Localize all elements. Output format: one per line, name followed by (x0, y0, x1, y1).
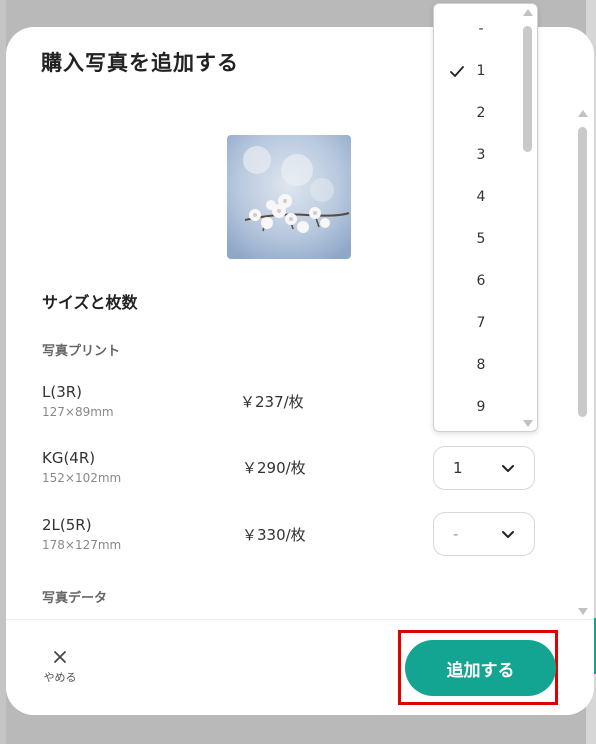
size-name: 2L(5R) (42, 516, 92, 534)
chevron-down-icon (502, 465, 514, 472)
unit-price: ￥237/枚 (240, 393, 304, 411)
quantity-select-2l[interactable]: - (433, 512, 535, 556)
quantity-select-kg[interactable]: 1 (433, 446, 535, 490)
size-quantity-heading: サイズと枚数 (42, 293, 138, 312)
option-label: - (478, 21, 484, 37)
content-scrollbar[interactable] (576, 105, 590, 620)
dropdown-scrollbar[interactable] (519, 4, 537, 431)
dropdown-option[interactable]: - (434, 15, 518, 45)
dropdown-option[interactable]: 7 (434, 309, 518, 339)
dropdown-option[interactable]: 2 (434, 99, 518, 129)
scroll-down-arrow-icon[interactable] (523, 420, 533, 427)
size-dimensions: 127×89mm (42, 405, 114, 419)
dropdown-option[interactable]: 9 (434, 393, 518, 423)
size-dimensions: 178×127mm (42, 538, 122, 552)
size-name: L(3R) (42, 383, 83, 401)
photo-data-heading: 写真データ (42, 591, 108, 606)
option-label: 5 (476, 231, 486, 247)
scrollbar-thumb[interactable] (523, 26, 532, 152)
dropdown-option[interactable]: 6 (434, 267, 518, 297)
dropdown-option[interactable]: 5 (434, 225, 518, 255)
dropdown-option[interactable]: 8 (434, 351, 518, 381)
cancel-button[interactable]: やめる (36, 650, 84, 685)
cancel-label: やめる (43, 671, 77, 684)
size-dimensions: 152×102mm (42, 471, 122, 485)
quantity-value: - (453, 525, 459, 543)
dropdown-option[interactable]: 3 (434, 141, 518, 171)
unit-price: ￥330/枚 (242, 526, 306, 544)
dialog-title: 購入写真を追加する (41, 51, 239, 75)
option-label: 4 (476, 189, 486, 205)
scroll-up-arrow-icon[interactable] (578, 110, 588, 117)
dropdown-option-selected[interactable]: 1 (434, 57, 518, 87)
scroll-down-arrow-icon[interactable] (578, 608, 588, 615)
close-icon (54, 651, 66, 663)
option-label: 7 (476, 315, 486, 331)
print-row-kg: KG(4R) 152×102mm ￥290/枚 1 (6, 446, 594, 497)
photo-print-heading: 写真プリント (42, 344, 121, 359)
option-label: 6 (476, 273, 486, 289)
dialog-footer: やめる 追加する (6, 619, 594, 715)
option-label: 1 (476, 63, 486, 79)
option-label: 9 (476, 399, 486, 415)
scrollbar-thumb[interactable] (578, 127, 587, 417)
option-label: 3 (476, 147, 486, 163)
chevron-down-icon (502, 531, 514, 538)
add-button[interactable]: 追加する (405, 640, 556, 696)
option-label: 8 (476, 357, 486, 373)
quantity-value: 1 (453, 459, 463, 477)
scroll-up-arrow-icon[interactable] (523, 9, 533, 16)
cherry-blossom-image (227, 135, 351, 259)
print-row-2l: 2L(5R) 178×127mm ￥330/枚 - (6, 512, 594, 564)
size-name: KG(4R) (42, 449, 96, 467)
unit-price: ￥290/枚 (242, 459, 306, 477)
photo-thumbnail (227, 135, 351, 259)
option-label: 2 (476, 105, 486, 121)
dropdown-option[interactable]: 4 (434, 183, 518, 213)
quantity-dropdown-list[interactable]: - 1 2 3 4 5 6 7 8 9 (433, 3, 538, 432)
